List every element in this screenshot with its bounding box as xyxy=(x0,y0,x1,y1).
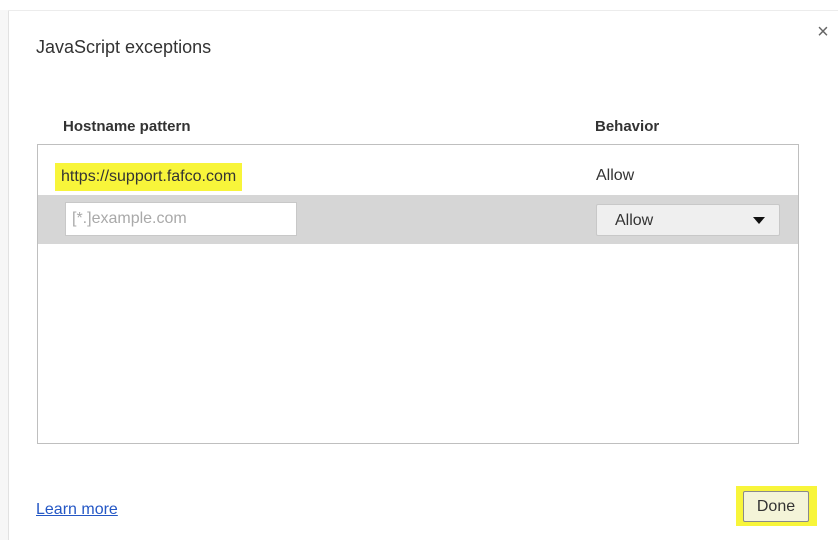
close-icon[interactable]: × xyxy=(812,21,834,43)
table-row[interactable]: https://support.fafco.com Allow xyxy=(38,155,798,197)
new-exception-row: Allow xyxy=(38,195,798,244)
javascript-exceptions-dialog: JavaScript exceptions × Hostname pattern… xyxy=(9,11,838,542)
done-button[interactable]: Done xyxy=(743,491,809,522)
exception-hostname: https://support.fafco.com xyxy=(55,163,243,191)
behavior-dropdown-value: Allow xyxy=(615,212,654,229)
behavior-header: Behavior xyxy=(595,118,660,135)
exceptions-list: https://support.fafco.com Allow Allow xyxy=(37,144,799,444)
background-window-edge xyxy=(0,10,9,540)
page: JavaScript exceptions × Hostname pattern… xyxy=(0,0,838,542)
hostname-pattern-header: Hostname pattern xyxy=(63,118,191,135)
dialog-title: JavaScript exceptions xyxy=(36,37,212,57)
hostname-pattern-input[interactable] xyxy=(65,202,297,236)
learn-more-link[interactable]: Learn more xyxy=(36,501,118,519)
chevron-down-icon xyxy=(753,217,765,224)
table-header: Hostname pattern Behavior xyxy=(37,116,777,140)
behavior-dropdown[interactable]: Allow xyxy=(596,204,780,236)
exception-behavior: Allow xyxy=(596,167,635,184)
